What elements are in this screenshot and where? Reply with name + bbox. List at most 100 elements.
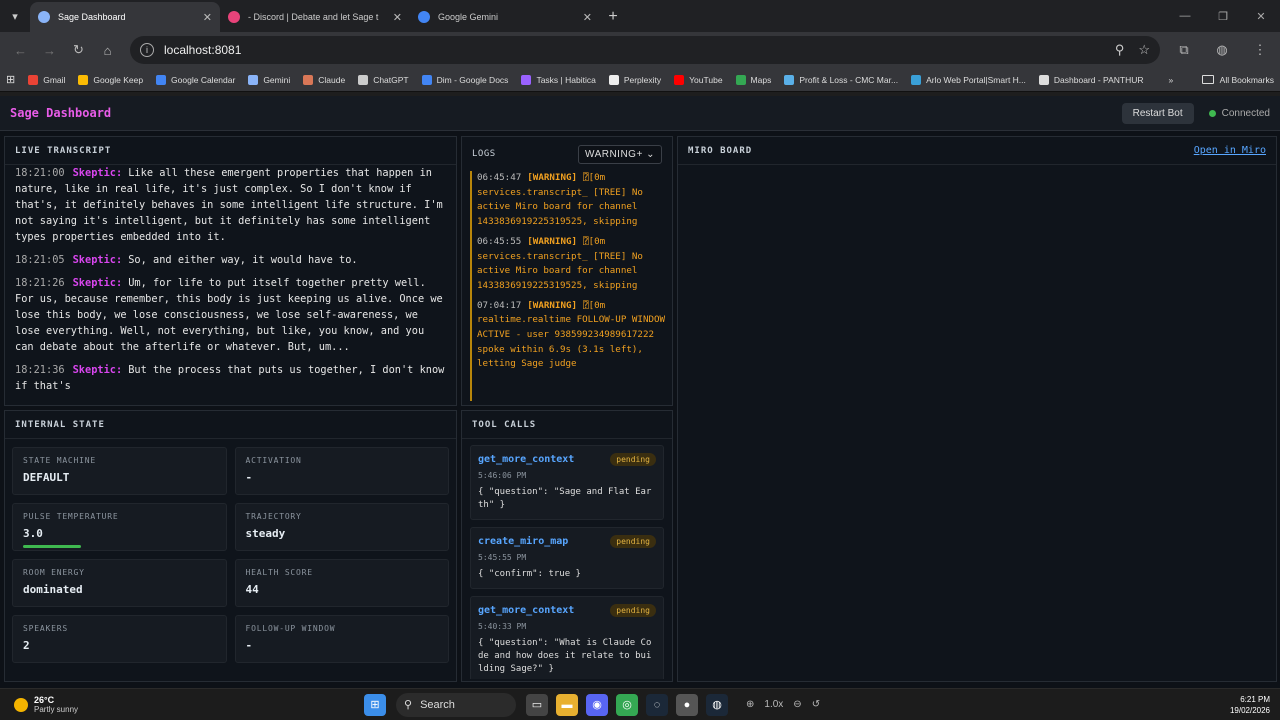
tab-search-icon[interactable]: ▾ — [0, 0, 30, 32]
state-value: dominated — [23, 583, 83, 596]
bookmark-item[interactable]: Arlo Web Portal|Smart H... — [911, 74, 1026, 85]
transcript-text: So, and either way, it would have to. — [128, 254, 358, 266]
url-field[interactable]: i localhost:8081 ⚲ ☆ — [130, 36, 1160, 64]
bookmark-favicon-icon — [28, 74, 39, 85]
app-header: Sage Dashboard Restart Bot Connected — [0, 96, 1280, 131]
speaker-name: Skeptic: — [72, 167, 123, 179]
logs-body[interactable]: 06:45:47 [WARNING] ⍰[0m services.transcrip… — [470, 171, 672, 401]
bookmark-item[interactable]: Claude — [303, 74, 345, 85]
tool-call-card[interactable]: get_more_context pending 5:46:06 PM { "ques… — [470, 445, 664, 520]
tool-calls-list[interactable]: get_more_context pending 5:46:06 PM{ "ques… — [462, 439, 672, 679]
restart-bot-button[interactable]: Restart Bot — [1121, 102, 1194, 124]
file-explorer-icon[interactable]: ▬ — [556, 693, 578, 716]
browser-tab[interactable]: - Discord | Debate and let Sage t ✕ — [220, 2, 410, 32]
transcript-line: 18:21:26 Skeptic: Um, for life to put itse… — [15, 275, 446, 355]
state-label: TRAJECTORY — [245, 512, 302, 521]
rotate-icon[interactable]: ↺ — [812, 699, 820, 710]
close-tab-icon[interactable]: ✕ — [393, 11, 402, 24]
internal-state-panel: INTERNAL STATE STATE MACHINE DEFAULT ACTIV… — [4, 410, 457, 682]
close-tab-icon[interactable]: ✕ — [583, 11, 592, 24]
tool-call-card[interactable]: get_more_context pending 5:40:33 PM { "ques… — [470, 596, 664, 679]
system-clock[interactable]: 6:21 PM 19/02/2026 — [1230, 694, 1270, 716]
zoom-level: 1.0x — [764, 699, 784, 710]
app-icon[interactable]: ● — [676, 693, 698, 716]
log-entry: 07:04:17 [WARNING] ⍰[0m realtime.realtime … — [477, 299, 672, 373]
close-window-icon[interactable]: ✕ — [1242, 0, 1280, 32]
zoom-out-icon[interactable]: ⊖ — [793, 699, 801, 710]
tab-title: - Discord | Debate and let Sage t — [248, 12, 379, 22]
task-view-icon[interactable]: ▭ — [526, 693, 548, 716]
miro-board-panel: MIRO BOARD Open in Miro — [677, 136, 1277, 682]
bookmark-item[interactable]: YouTube — [674, 74, 723, 85]
tool-call-args: { "question": "What is Claude Code and h… — [478, 638, 652, 674]
site-info-icon[interactable]: i — [140, 43, 154, 57]
sun-icon — [14, 697, 28, 712]
bookmark-item[interactable]: Gemini — [248, 74, 290, 85]
back-icon[interactable]: ← — [6, 36, 35, 64]
open-in-miro-link[interactable]: Open in Miro — [1194, 145, 1266, 156]
app-icon-2[interactable]: ◍ — [706, 693, 728, 716]
bookmark-label: Google Keep — [93, 74, 144, 85]
zoom-in-icon[interactable]: ⊕ — [746, 699, 754, 710]
steam-icon[interactable]: ◌ — [646, 693, 668, 716]
state-card: ROOM ENERGY dominated — [12, 559, 227, 607]
apps-icon[interactable]: ⊞ — [6, 73, 15, 86]
bookmark-item[interactable]: Tasks | Habitica — [521, 74, 596, 85]
reload-icon[interactable]: ↻ — [64, 36, 93, 64]
weather-widget[interactable]: 26°C Partly sunny — [0, 695, 360, 714]
minimize-icon[interactable]: — — [1166, 0, 1204, 32]
extensions-icon[interactable]: ⧉ — [1170, 42, 1198, 58]
bookmark-item[interactable]: Profit & Loss - CMC Mar... — [784, 74, 899, 85]
zoom-icon[interactable]: ⚲ — [1115, 42, 1125, 58]
bookmark-item[interactable]: Dashboard - PANTHUR — [1038, 74, 1144, 85]
bookmark-item[interactable]: Perplexity — [608, 74, 661, 85]
bookmark-item[interactable]: Google Keep — [78, 74, 144, 85]
restore-icon[interactable]: ❐ — [1204, 0, 1242, 32]
bookmarks-overflow[interactable]: » — [1169, 75, 1174, 85]
tool-call-card[interactable]: create_miro_map pending 5:45:55 PM { "confi… — [470, 527, 664, 589]
panel-title: LOGS — [472, 149, 496, 159]
bookmark-item[interactable]: ChatGPT — [358, 74, 409, 85]
menu-icon[interactable]: ⋮ — [1246, 42, 1274, 58]
bookmark-item[interactable]: Maps — [735, 74, 772, 85]
all-bookmarks-button[interactable]: All Bookmarks — [1201, 75, 1274, 85]
taskbar-search[interactable]: ⚲ Search — [396, 692, 516, 717]
transcript-line: 18:21:36 Skeptic: But the process that put… — [15, 362, 446, 394]
connection-label: Connected — [1221, 107, 1270, 119]
forward-icon[interactable]: → — [35, 36, 64, 64]
temperature: 26°C — [34, 695, 55, 705]
status-badge: pending — [610, 453, 656, 466]
log-level-select[interactable]: WARNING+ ⌄ — [578, 144, 662, 164]
bookmark-label: Maps — [750, 74, 772, 85]
browser-tab[interactable]: Google Gemini ✕ — [410, 2, 600, 32]
tool-name: get_more_context — [478, 605, 575, 616]
transcript-timestamp: 18:21:00 — [15, 167, 65, 179]
tab-favicon-icon — [418, 11, 430, 23]
bookmark-item[interactable]: Google Calendar — [156, 74, 235, 85]
bookmark-item[interactable]: Dim - Google Docs — [421, 74, 508, 85]
state-label: ROOM ENERGY — [23, 568, 85, 577]
discord-icon[interactable]: ◉ — [586, 693, 608, 716]
tool-call-header: create_miro_map pending — [478, 535, 656, 548]
close-tab-icon[interactable]: ✕ — [203, 11, 212, 24]
new-tab-button[interactable]: + — [600, 2, 626, 32]
profile-icon[interactable]: ◍ — [1208, 42, 1236, 58]
chrome-icon[interactable]: ◎ — [616, 693, 638, 716]
bookmark-label: Profit & Loss - CMC Mar... — [799, 74, 899, 85]
state-label: STATE MACHINE — [23, 456, 97, 465]
bookmark-item[interactable]: Gmail — [28, 74, 65, 85]
tool-call-args: { "confirm": true } — [478, 569, 581, 579]
bookmark-star-icon[interactable]: ☆ — [1138, 42, 1150, 58]
windows-start-icon[interactable]: ⊞ — [364, 693, 386, 716]
transcript-body[interactable]: 18:21:00 Skeptic: Like all these emergent … — [5, 165, 456, 405]
browser-tab[interactable]: Sage Dashboard ✕ — [30, 2, 220, 32]
tool-name: get_more_context — [478, 454, 575, 465]
weather-condition: Partly sunny — [34, 705, 79, 714]
home-icon[interactable]: ⌂ — [93, 36, 122, 64]
bookmark-favicon-icon — [911, 74, 922, 85]
log-level: [WARNING] — [527, 235, 578, 247]
bookmark-label: YouTube — [689, 74, 723, 85]
state-card: SPEAKERS 2 — [12, 615, 227, 663]
state-value: - — [245, 471, 253, 484]
bookmark-label: Tasks | Habitica — [536, 74, 596, 85]
